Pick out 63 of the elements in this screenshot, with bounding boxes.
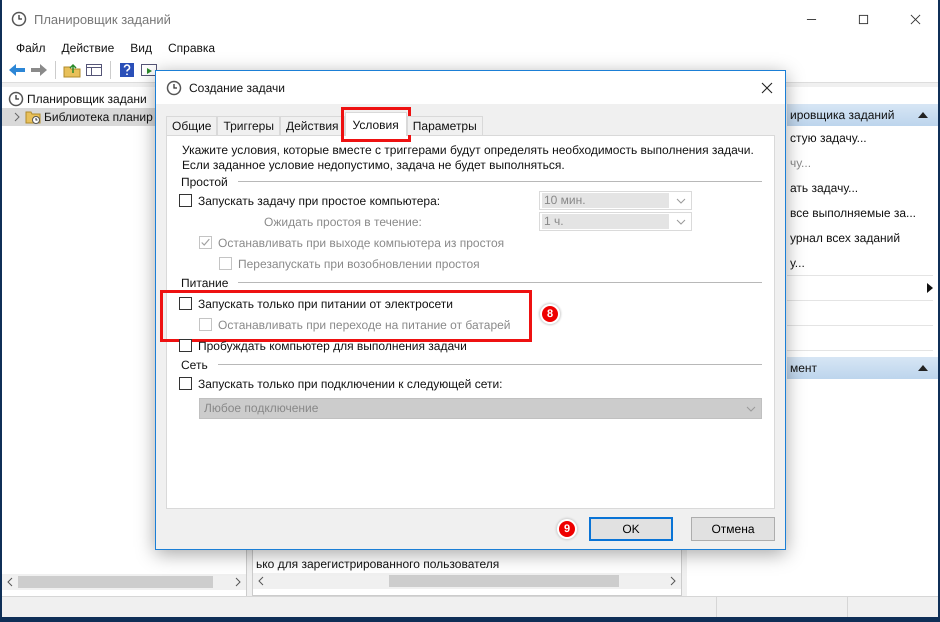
tab[interactable]: Параметры: [406, 116, 483, 135]
clock-icon: [11, 11, 27, 27]
checkbox-label: Перезапускать при возобновлении простоя: [238, 256, 480, 270]
action-item[interactable]: ать задачу...: [787, 176, 933, 201]
panel-icon[interactable]: [85, 62, 103, 78]
menu-item[interactable]: Справка: [160, 41, 224, 55]
dialog-button[interactable]: Отмена: [691, 517, 775, 541]
checkbox[interactable]: [179, 377, 192, 390]
maximize-icon[interactable]: [858, 14, 869, 24]
chevron-down-icon: [676, 198, 686, 204]
actions-section-header[interactable]: ировщика заданий: [787, 104, 938, 126]
clock-icon: [166, 80, 182, 96]
checkbox-label: Запускать задачу при простое компьютера:: [198, 194, 440, 208]
folder-up-icon[interactable]: [63, 62, 81, 78]
folder-clock-icon: [25, 109, 41, 125]
clock-icon: [8, 91, 24, 107]
section-title: Питание: [181, 276, 228, 290]
run-panel-icon[interactable]: [140, 62, 158, 78]
tab[interactable]: Действия: [280, 116, 345, 135]
back-arrow-icon[interactable]: [8, 62, 26, 78]
menu-item[interactable]: Действие: [54, 41, 122, 55]
section-title: Сеть: [181, 358, 208, 372]
submenu-arrow-icon: [927, 283, 933, 293]
window-title: Планировщик заданий: [34, 12, 171, 26]
action-item[interactable]: все выполняемые за...: [787, 201, 933, 226]
checkbox-label: Останавливать при переходе на питание от батарей: [218, 318, 510, 332]
horizontal-scrollbar[interactable]: [2, 574, 246, 590]
forward-arrow-icon[interactable]: [30, 62, 48, 78]
help-icon[interactable]: [118, 62, 136, 78]
action-item[interactable]: стую задачу...: [787, 126, 933, 151]
task-description-text: ько для зарегистрированного пользователя: [255, 557, 500, 573]
menu-item[interactable]: Вид: [122, 41, 160, 55]
instruction-text: Если заданное условие недопустимо, задача не будет выполняться.: [181, 158, 566, 173]
checkbox-label: Запускать только при питании от электросети: [198, 296, 453, 310]
collapse-icon[interactable]: [918, 112, 928, 118]
action-item[interactable]: урнал всех заданий: [787, 226, 933, 251]
checkbox[interactable]: [179, 339, 192, 352]
actions-section-header[interactable]: мент: [787, 357, 938, 379]
field-label: Ожидать простоя в течение:: [263, 214, 422, 228]
chevron-down-icon: [676, 218, 686, 224]
tab[interactable]: Триггеры: [217, 116, 280, 135]
collapse-icon[interactable]: [918, 365, 928, 371]
action-item[interactable]: у...: [787, 251, 933, 276]
checkbox-label: Останавливать при выходе компьютера из простоя: [218, 236, 504, 250]
dialog-button[interactable]: OK: [589, 517, 673, 541]
checkbox-label: Пробуждать компьютер для выполнения задачи: [198, 338, 467, 352]
checkbox[interactable]: [179, 297, 192, 310]
checkbox[interactable]: [179, 194, 192, 207]
instruction-text: Укажите условия, которые вместе с триггерами будут определять необходимость выполнения задачи.: [181, 143, 755, 158]
section-title: Простой: [181, 174, 228, 188]
menu-item[interactable]: Файл: [8, 41, 54, 55]
tab[interactable]: Условия: [344, 112, 407, 136]
tree-item[interactable]: Планировщик задани: [2, 90, 151, 108]
dialog-title: Создание задачи: [189, 80, 285, 94]
close-icon[interactable]: [761, 82, 773, 94]
step-badge: 9: [559, 521, 575, 537]
step-badge: 8: [542, 306, 558, 322]
checkbox-label: Запускать только при подключении к следующей сети:: [198, 376, 502, 390]
tab[interactable]: Общие: [166, 116, 218, 135]
chevron-down-icon: [746, 406, 756, 412]
close-icon[interactable]: [910, 14, 921, 24]
tree-item[interactable]: Библиотека планир: [2, 108, 157, 126]
horizontal-scrollbar[interactable]: [253, 573, 681, 589]
